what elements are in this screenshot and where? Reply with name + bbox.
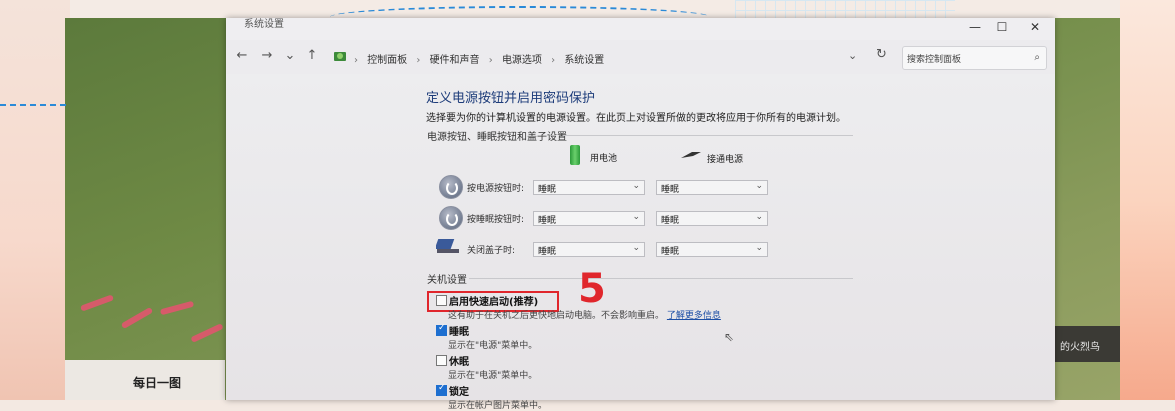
close-lid-plugged-select[interactable]: 睡眠 ⌄ — [656, 242, 768, 257]
sleep-button-icon — [439, 206, 463, 230]
shutdown-group-label: 关机设置 — [427, 275, 467, 286]
back-arrow-icon[interactable]: ← — [234, 48, 250, 63]
lock-checkbox[interactable] — [436, 383, 447, 396]
power-button-icon — [439, 175, 463, 199]
system-settings-window: 系统设置 — ☐ ✕ ← → ⌄ ↑ › 控制面板 › 硬件和声音 › 电源选项… — [226, 18, 1055, 411]
group-divider — [469, 278, 853, 279]
main-content: 定义电源按钮并启用密码保护 选择要为你的计算机设置的电源设置。在此页上对设置所做… — [226, 74, 1055, 411]
row-label-sleep-button: 按睡眠按钮时: — [467, 215, 525, 225]
breadcrumb-item-power-options[interactable]: 电源选项 — [502, 55, 542, 66]
title-bar: 系统设置 — ☐ ✕ — [226, 18, 1055, 40]
hibernate-checkbox[interactable] — [436, 355, 447, 366]
breadcrumb-item-control-panel[interactable]: 控制面板 — [367, 55, 407, 66]
group-divider — [563, 135, 853, 136]
recent-locations-icon[interactable]: ⌄ — [282, 48, 298, 63]
close-button[interactable]: ✕ — [1023, 20, 1047, 34]
maximize-button[interactable]: ☐ — [990, 20, 1014, 34]
battery-icon — [570, 145, 580, 165]
power-plug-icon — [681, 152, 701, 158]
power-button-plugged-select[interactable]: 睡眠 ⌄ — [656, 180, 768, 195]
select-value: 睡眠 — [538, 247, 557, 257]
mouse-cursor-icon: ⇖ — [724, 330, 735, 344]
breadcrumb-item-system-settings[interactable]: 系统设置 — [564, 55, 604, 66]
decorative-dashed-line — [0, 104, 66, 106]
breadcrumb-item-hardware-sound[interactable]: 硬件和声音 — [430, 55, 480, 66]
row-label-power-button: 按电源按钮时: — [467, 184, 525, 194]
step-number-annotation: 5 — [578, 266, 606, 312]
address-dropdown-icon[interactable]: ⌄ — [848, 49, 857, 62]
up-arrow-icon[interactable]: ↑ — [304, 48, 320, 63]
hibernate-description: 显示在"电源"菜单中。 — [448, 371, 538, 381]
select-value: 睡眠 — [661, 185, 680, 195]
select-value: 睡眠 — [661, 247, 680, 257]
search-box[interactable]: 搜索控制面板 ⌕ — [902, 46, 1047, 70]
window-title: 系统设置 — [244, 19, 284, 30]
select-value: 睡眠 — [538, 216, 557, 226]
background-left — [0, 0, 70, 400]
sleep-button-battery-select[interactable]: 睡眠 ⌄ — [533, 211, 645, 226]
laptop-lid-icon — [436, 239, 459, 253]
close-lid-battery-select[interactable]: 睡眠 ⌄ — [533, 242, 645, 257]
select-value: 睡眠 — [538, 185, 557, 195]
background-right — [1115, 0, 1175, 400]
select-value: 睡眠 — [661, 216, 680, 226]
column-header-battery: 用电池 — [590, 154, 618, 164]
sleep-button-plugged-select[interactable]: 睡眠 ⌄ — [656, 211, 768, 226]
sleep-description: 显示在"电源"菜单中。 — [448, 341, 538, 351]
navigation-bar: ← → ⌄ ↑ › 控制面板 › 硬件和声音 › 电源选项 › 系统设置 ⌄ ↻… — [226, 42, 1055, 72]
hibernate-label: 休眠 — [449, 357, 469, 368]
power-buttons-group-label: 电源按钮、睡眠按钮和盖子设置 — [427, 132, 567, 143]
minimize-button[interactable]: — — [963, 20, 987, 34]
learn-more-link[interactable]: 了解更多信息 — [667, 311, 721, 321]
control-panel-icon — [334, 52, 346, 61]
power-button-battery-select[interactable]: 睡眠 ⌄ — [533, 180, 645, 195]
page-title: 定义电源按钮并启用密码保护 — [426, 91, 596, 106]
wallpaper-caption: 的火烈鸟 — [1060, 342, 1100, 353]
column-header-plugged-in: 接通电源 — [707, 155, 744, 165]
row-label-close-lid: 关闭盖子时: — [467, 246, 516, 256]
page-description: 选择要为你的计算机设置的电源设置。在此页上对设置所做的更改将应用于你所有的电源计… — [426, 113, 846, 124]
sleep-label: 睡眠 — [449, 327, 469, 338]
forward-arrow-icon[interactable]: → — [259, 48, 275, 63]
refresh-icon[interactable]: ↻ — [876, 47, 887, 62]
fast-startup-checkbox[interactable] — [436, 295, 447, 306]
search-input[interactable]: 搜索控制面板 — [907, 52, 961, 65]
sleep-checkbox[interactable] — [436, 323, 447, 336]
fast-startup-label: 启用快速启动(推荐) — [449, 297, 539, 308]
search-icon[interactable]: ⌕ — [1034, 52, 1040, 63]
lock-label: 锁定 — [449, 387, 469, 398]
breadcrumb: › 控制面板 › 硬件和声音 › 电源选项 › 系统设置 — [354, 55, 605, 66]
daily-image-label: 每日一图 — [133, 376, 182, 390]
